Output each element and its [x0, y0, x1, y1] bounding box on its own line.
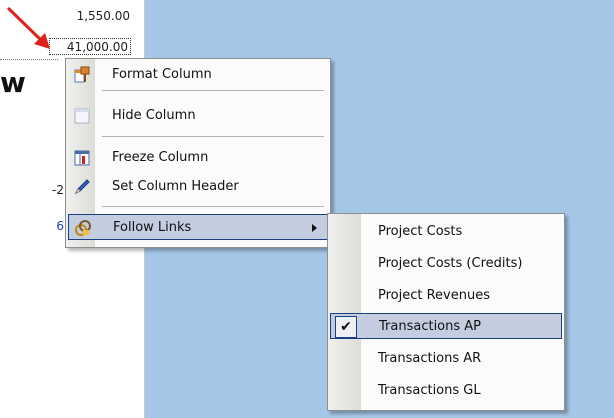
menu-item-label: Freeze Column	[112, 150, 209, 165]
format-column-icon	[73, 66, 91, 84]
red-arrow-annotation	[6, 6, 50, 49]
submenu-item-project-revenues[interactable]: Project Revenues	[330, 283, 562, 309]
submenu-item-transactions-ar[interactable]: Transactions AR	[330, 346, 562, 372]
submenu-item-transactions-gl[interactable]: Transactions GL	[330, 378, 562, 404]
menu-item-freeze-column[interactable]: Freeze Column	[68, 145, 328, 171]
menu-separator	[102, 90, 324, 91]
pencil-icon	[73, 178, 91, 196]
menu-item-label: Transactions AR	[378, 351, 482, 366]
hide-column-icon	[73, 107, 91, 125]
menu-item-label: Format Column	[112, 67, 212, 82]
menu-item-label: Project Costs	[378, 224, 463, 239]
submenu-item-transactions-ap[interactable]: ✔ Transactions AP	[330, 313, 562, 339]
menu-item-label: Set Column Header	[112, 179, 239, 194]
menu-separator	[102, 206, 324, 207]
menu-separator	[102, 136, 324, 137]
menu-item-hide-column[interactable]: Hide Column	[68, 103, 328, 129]
menu-item-label: Follow Links	[113, 220, 192, 235]
submenu-item-project-costs-credits[interactable]: Project Costs (Credits)	[330, 251, 562, 277]
submenu-item-project-costs[interactable]: Project Costs	[330, 219, 562, 245]
follow-links-icon	[74, 219, 92, 237]
menu-item-label: Transactions GL	[378, 383, 481, 398]
grid-cell[interactable]: -2	[40, 183, 64, 197]
menu-item-set-column-header[interactable]: Set Column Header	[68, 174, 328, 200]
submenu-arrow-icon	[312, 224, 317, 232]
menu-item-label: Hide Column	[112, 108, 196, 123]
menu-item-format-column[interactable]: Format Column	[68, 62, 328, 88]
follow-links-submenu: Project Costs Project Costs (Credits) Pr…	[327, 213, 565, 411]
menu-item-follow-links[interactable]: Follow Links	[68, 214, 328, 240]
menu-item-label: Project Revenues	[378, 288, 490, 303]
partial-heading-text: w	[0, 66, 26, 99]
grid-cell[interactable]: 6	[40, 219, 64, 233]
checkmark-icon: ✔	[335, 316, 357, 338]
menu-item-label: Transactions AP	[379, 319, 482, 334]
menu-item-label: Project Costs (Credits)	[378, 256, 523, 271]
column-context-menu: Format Column Hide Column Freeze Column	[65, 58, 331, 248]
freeze-column-icon	[73, 149, 91, 167]
